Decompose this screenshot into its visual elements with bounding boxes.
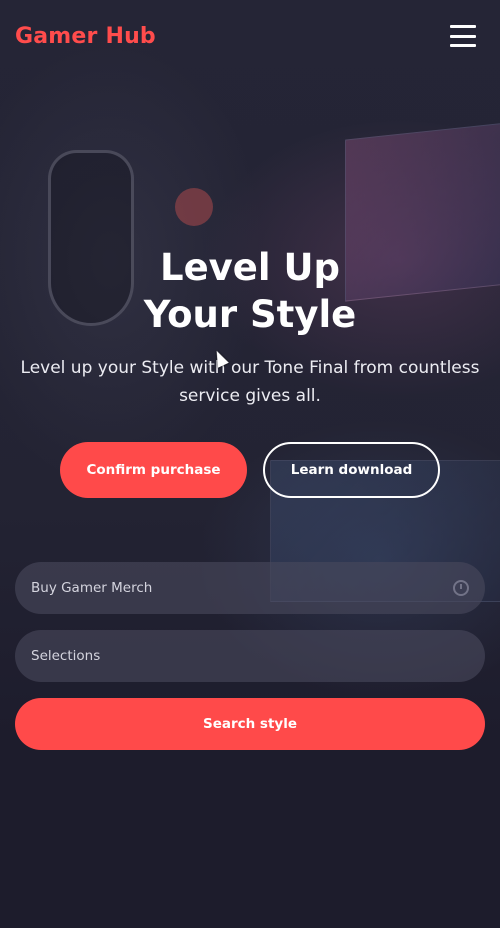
hero-title-line1: Level Up — [160, 246, 340, 289]
confirm-purchase-button[interactable]: Confirm purchase — [60, 442, 247, 498]
hamburger-line — [450, 25, 476, 28]
hamburger-line — [450, 44, 476, 47]
top-navbar: Gamer Hub — [0, 0, 500, 72]
hero-subtitle: Level up your Style with our Tone Final … — [20, 358, 480, 406]
hero-title-line2: Your Style — [143, 293, 357, 336]
search-style-button[interactable]: Search style — [15, 698, 485, 750]
hamburger-line — [450, 34, 476, 38]
selections-field[interactable]: Selections — [15, 630, 485, 682]
hamburger-menu-icon[interactable] — [450, 25, 476, 47]
selections-placeholder: Selections — [31, 648, 101, 664]
merch-search-placeholder: Buy Gamer Merch — [31, 580, 153, 596]
learn-download-button[interactable]: Learn download — [263, 442, 440, 498]
merch-search-field[interactable]: Buy Gamer Merch — [15, 562, 485, 614]
clock-icon — [453, 580, 469, 596]
hero-title: Level Up Your Style — [0, 244, 500, 338]
brand-logo[interactable]: Gamer Hub — [15, 24, 156, 49]
background-red-logo — [175, 188, 213, 226]
